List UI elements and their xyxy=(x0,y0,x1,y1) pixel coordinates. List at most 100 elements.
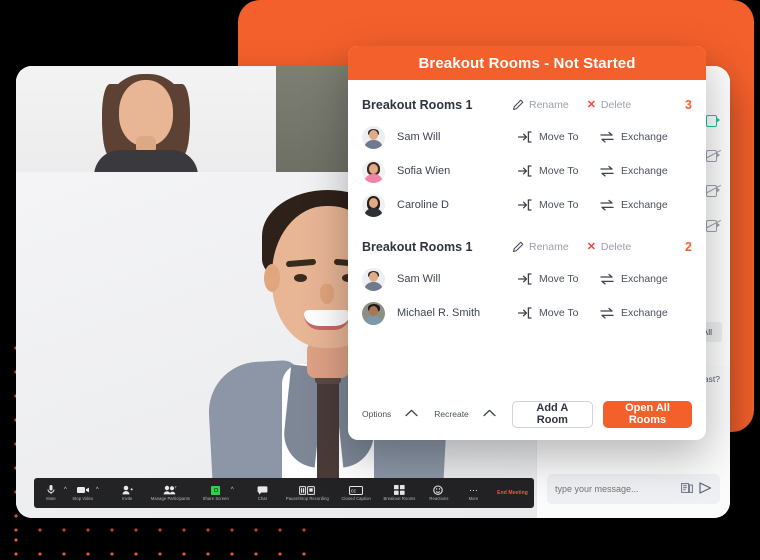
toolbar-button-pause-stop-recording[interactable]: Pause/Stop Recording xyxy=(286,478,329,508)
toolbar-label: Invite xyxy=(122,495,133,501)
room-header: Breakout Rooms 1 Rename ✕ Delete 3 xyxy=(362,90,692,120)
move-to-icon xyxy=(518,307,532,319)
zoom-meeting-toolbar: Mute ^ Stop Video ^ Invite 7 Manage Part… xyxy=(34,478,534,508)
move-to-label: Move To xyxy=(539,199,579,211)
toolbar-label: Closed Caption xyxy=(341,495,371,501)
microphone-icon xyxy=(47,485,55,496)
participants-icon: 7 xyxy=(163,485,177,496)
move-to-label: Move To xyxy=(539,307,579,319)
rename-room-button[interactable]: Rename xyxy=(512,241,569,253)
reactions-icon xyxy=(433,485,444,496)
exchange-button[interactable]: Exchange xyxy=(600,273,692,285)
move-to-label: Move To xyxy=(539,131,579,143)
delete-label: Delete xyxy=(600,241,632,253)
chevron-up-icon[interactable] xyxy=(483,408,496,420)
exchange-icon xyxy=(600,165,614,177)
exchange-icon xyxy=(600,273,614,285)
room-member-count: 3 xyxy=(685,98,692,112)
exchange-button[interactable]: Exchange xyxy=(600,307,692,319)
closed-caption-icon: cc xyxy=(349,485,364,496)
screenshot-canvas: Mute ^ Stop Video ^ Invite 7 Manage Part… xyxy=(0,0,760,560)
recording-icon xyxy=(299,485,316,496)
avatar xyxy=(362,301,385,325)
camera-off-icon[interactable] xyxy=(704,219,722,232)
room-member-row[interactable]: Sam Will Move To Exchange xyxy=(362,262,692,296)
move-to-icon xyxy=(518,199,532,211)
chevron-up-icon[interactable]: ^ xyxy=(64,487,67,493)
toolbar-button-mute[interactable]: Mute xyxy=(40,478,62,508)
pencil-icon xyxy=(513,241,524,252)
chat-bubble-icon xyxy=(257,485,268,496)
toolbar-button-more[interactable]: ⋯ More xyxy=(463,478,485,508)
chevron-up-icon[interactable]: ^ xyxy=(96,487,99,493)
delete-label: Delete xyxy=(600,99,632,111)
video-camera-icon xyxy=(76,485,89,496)
move-to-label: Move To xyxy=(539,165,579,177)
room-member-row[interactable]: Sam Will Move To Exchange xyxy=(362,120,692,154)
move-to-button[interactable]: Move To xyxy=(518,307,600,319)
avatar xyxy=(362,193,385,217)
chat-message-input[interactable] xyxy=(555,484,675,494)
close-icon: ✕ xyxy=(586,98,596,111)
toolbar-label: Mute xyxy=(46,495,56,501)
exchange-icon xyxy=(600,307,614,319)
modal-title: Breakout Rooms - Not Started xyxy=(418,54,636,72)
svg-text:7: 7 xyxy=(175,485,178,489)
delete-room-button[interactable]: ✕ Delete xyxy=(587,99,632,111)
room-name: Breakout Rooms 1 xyxy=(362,240,473,254)
toolbar-button-closed-caption[interactable]: cc Closed Caption xyxy=(341,478,371,508)
toolbar-button-invite[interactable]: Invite xyxy=(116,478,138,508)
toolbar-button-chat[interactable]: Chat xyxy=(251,478,273,508)
room-member-row[interactable]: Michael R. Smith Move To Exchange xyxy=(362,296,692,330)
move-to-button[interactable]: Move To xyxy=(518,131,600,143)
decorative-dot-grid-bottom xyxy=(0,514,320,560)
exchange-button[interactable]: Exchange xyxy=(600,199,692,211)
toolbar-button-manage-participants[interactable]: 7 Manage Participants xyxy=(151,478,190,508)
member-name: Michael R. Smith xyxy=(397,307,481,319)
camera-off-icon[interactable] xyxy=(704,149,722,162)
exchange-label: Exchange xyxy=(621,199,668,211)
modal-header: Breakout Rooms - Not Started xyxy=(348,46,706,80)
breakout-rooms-modal: Breakout Rooms - Not Started Breakout Ro… xyxy=(348,46,706,440)
avatar xyxy=(362,159,385,183)
toolbar-button-stop-video[interactable]: Stop Video xyxy=(72,478,94,508)
end-meeting-button[interactable]: End Meeting xyxy=(497,478,528,508)
add-a-room-button[interactable]: Add A Room xyxy=(511,400,593,428)
camera-on-icon[interactable] xyxy=(706,114,720,127)
move-to-icon xyxy=(518,131,532,143)
toolbar-button-share-screen[interactable]: Share Screen xyxy=(203,478,229,508)
member-name: Caroline D xyxy=(397,199,449,211)
rename-room-button[interactable]: Rename xyxy=(512,99,569,111)
exchange-button[interactable]: Exchange xyxy=(600,131,692,143)
options-button[interactable]: Options xyxy=(362,409,391,419)
send-icon[interactable] xyxy=(699,481,712,497)
toolbar-button-reactions[interactable]: Reactions xyxy=(428,478,450,508)
move-to-button[interactable]: Move To xyxy=(518,199,600,211)
toolbar-label: Reactions xyxy=(429,495,449,501)
screenshot-icon[interactable] xyxy=(681,482,693,497)
exchange-label: Exchange xyxy=(621,131,668,143)
toolbar-label: Manage Participants xyxy=(150,495,191,501)
participant-thumbnail[interactable] xyxy=(16,66,276,172)
exchange-button[interactable]: Exchange xyxy=(600,165,692,177)
move-to-icon xyxy=(518,273,532,285)
toolbar-label: Chat xyxy=(257,495,267,501)
room-member-row[interactable]: Caroline D Move To Exchange xyxy=(362,188,692,222)
move-to-icon xyxy=(518,165,532,177)
chat-input-row[interactable] xyxy=(547,474,720,504)
room-member-count: 2 xyxy=(685,240,692,254)
move-to-button[interactable]: Move To xyxy=(518,165,600,177)
chevron-up-icon[interactable]: ^ xyxy=(231,487,234,493)
open-all-rooms-button[interactable]: Open All Rooms xyxy=(602,400,692,428)
move-to-button[interactable]: Move To xyxy=(518,273,600,285)
delete-room-button[interactable]: ✕ Delete xyxy=(587,241,632,253)
breakout-rooms-icon xyxy=(393,485,405,496)
close-icon: ✕ xyxy=(586,240,596,253)
toolbar-button-breakout-rooms[interactable]: Breakout Rooms xyxy=(383,478,415,508)
rename-label: Rename xyxy=(529,99,569,111)
room-member-row[interactable]: Sofia Wien Move To Exchange xyxy=(362,154,692,188)
toolbar-label: Share Screen xyxy=(202,495,229,501)
chevron-up-icon[interactable] xyxy=(405,408,418,420)
camera-off-icon[interactable] xyxy=(704,184,722,197)
recreate-button[interactable]: Recreate xyxy=(434,409,469,419)
